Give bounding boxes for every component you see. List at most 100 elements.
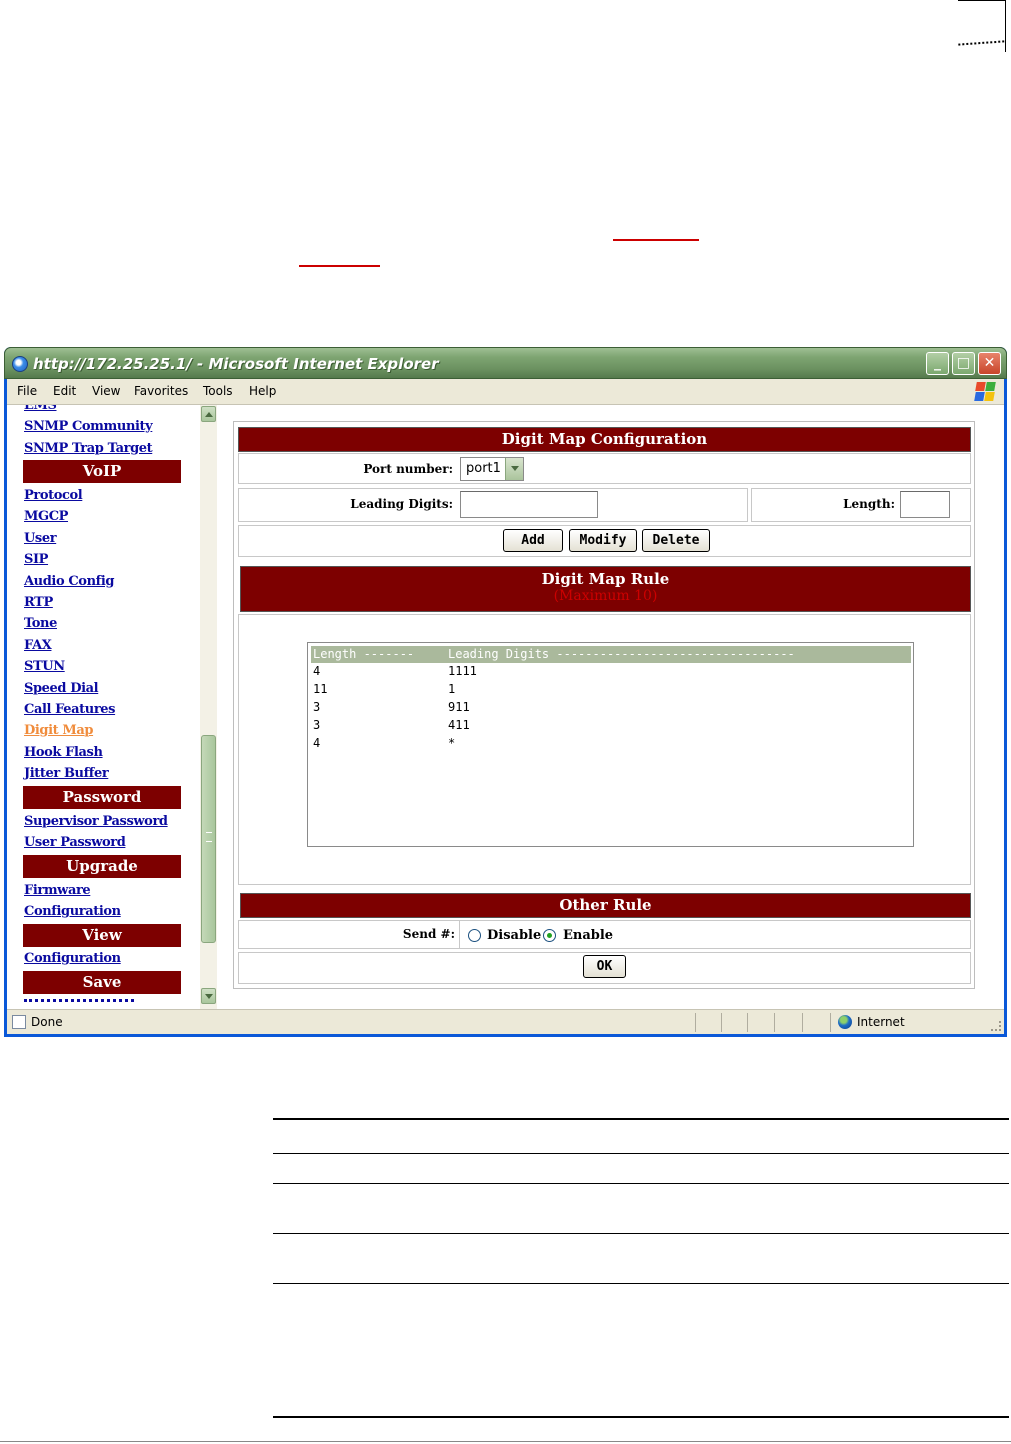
config-header: Digit Map Configuration — [238, 427, 971, 452]
doc-link-underline — [613, 239, 699, 241]
sidebar-item-jitter-buffer[interactable]: Jitter Buffer — [24, 766, 109, 781]
section-header-voip: VoIP — [23, 460, 181, 483]
length-input[interactable] — [900, 491, 950, 518]
sidebar-item-speed-dial[interactable]: Speed Dial — [24, 681, 99, 696]
sidebar-item-protocol[interactable]: Protocol — [24, 488, 83, 503]
send-label: Send #: — [402, 927, 455, 941]
menu-favorites[interactable]: Favorites — [134, 384, 188, 398]
list-item[interactable]: 4 1111 — [311, 664, 911, 682]
rule-subtitle: (Maximum 10) — [553, 588, 658, 604]
scroll-down-arrow-icon[interactable] — [201, 988, 216, 1004]
browser-window: http://172.25.25.1/ - Microsoft Internet… — [4, 347, 1007, 1037]
sidebar: EMS SNMP Community SNMP Trap Target VoIP… — [7, 405, 200, 1009]
sidebar-item-snmp-trap-target[interactable]: SNMP Trap Target — [24, 441, 153, 456]
main-content: Digit Map Configuration Port number: por… — [217, 405, 1004, 1009]
sidebar-item-supervisor-password[interactable]: Supervisor Password — [24, 814, 168, 829]
sidebar-item-cutoff[interactable] — [24, 999, 134, 1009]
table-rule — [273, 1283, 1009, 1284]
sidebar-scrollbar[interactable] — [200, 405, 217, 1009]
row-length: 4 — [313, 736, 321, 750]
leading-digits-input[interactable] — [460, 491, 598, 518]
row-length: 11 — [313, 682, 328, 696]
menu-bar: File Edit View Favorites Tools Help — [7, 379, 1004, 405]
row-length: 3 — [313, 700, 321, 714]
sidebar-item-configuration-upgrade[interactable]: Configuration — [24, 904, 121, 919]
other-rule-header: Other Rule — [240, 893, 971, 918]
length-label: Length: — [843, 497, 895, 511]
menu-view[interactable]: View — [92, 384, 120, 398]
sidebar-item-tone[interactable]: Tone — [24, 616, 57, 631]
chevron-down-icon — [505, 458, 523, 480]
menu-tools[interactable]: Tools — [203, 384, 233, 398]
sidebar-item-user-password[interactable]: User Password — [24, 835, 126, 850]
row-digits: * — [448, 736, 456, 750]
close-icon[interactable]: ✕ — [978, 352, 1001, 375]
row-length: 4 — [313, 664, 321, 678]
list-item[interactable]: 4 * — [311, 736, 911, 754]
modify-button[interactable]: Modify — [569, 529, 637, 552]
sidebar-item-digit-map[interactable]: Digit Map — [24, 723, 93, 738]
section-header-save: Save — [23, 971, 181, 994]
sidebar-item-ems[interactable]: EMS — [24, 405, 57, 413]
page-viewport: EMS SNMP Community SNMP Trap Target VoIP… — [7, 405, 1004, 1009]
row-digits: 1111 — [448, 664, 477, 678]
rule-header: Digit Map Rule (Maximum 10) — [240, 566, 971, 612]
zone-text: Internet — [857, 1015, 905, 1029]
table-rule — [273, 1183, 1009, 1184]
menu-file[interactable]: File — [17, 384, 37, 398]
menu-help[interactable]: Help — [249, 384, 276, 398]
table-rule — [273, 1233, 1009, 1234]
leading-digits-label: Leading Digits: — [350, 497, 453, 511]
disable-radio[interactable] — [468, 929, 481, 942]
listbox-header: Length ------- Leading Digits ----------… — [311, 646, 911, 663]
maximize-icon[interactable]: □ — [952, 352, 975, 375]
list-item[interactable]: 3 911 — [311, 700, 911, 718]
page-icon — [12, 1015, 26, 1029]
sidebar-item-sip[interactable]: SIP — [24, 552, 48, 567]
window-title: http://172.25.25.1/ - Microsoft Internet… — [33, 355, 439, 373]
row-digits: 911 — [448, 700, 470, 714]
sidebar-item-mgcp[interactable]: MGCP — [24, 509, 68, 524]
list-item[interactable]: 11 1 — [311, 682, 911, 700]
list-item[interactable]: 3 411 — [311, 718, 911, 736]
resize-grip-icon[interactable] — [991, 1021, 1001, 1031]
ie-icon — [12, 356, 28, 372]
internet-zone-icon — [838, 1015, 852, 1029]
doc-link-underline — [299, 265, 380, 267]
sidebar-item-hook-flash[interactable]: Hook Flash — [24, 745, 103, 760]
sidebar-item-fax[interactable]: FAX — [24, 638, 52, 653]
menu-edit[interactable]: Edit — [53, 384, 76, 398]
delete-button[interactable]: Delete — [642, 529, 710, 552]
sidebar-item-configuration-view[interactable]: Configuration — [24, 951, 121, 966]
page-bottom-rule — [0, 1441, 1011, 1442]
port-select[interactable]: port1 — [460, 457, 524, 481]
table-rule-bottom — [273, 1416, 1009, 1418]
page-corner-mark — [957, 0, 1008, 55]
table-rule — [273, 1153, 1009, 1154]
sidebar-item-firmware[interactable]: Firmware — [24, 883, 91, 898]
port-label: Port number: — [363, 462, 453, 476]
enable-radio[interactable] — [543, 929, 556, 942]
header-length: Length ------- — [313, 647, 415, 661]
minimize-icon[interactable]: _ — [926, 352, 949, 375]
row-digits: 411 — [448, 718, 470, 732]
status-text: Done — [31, 1015, 63, 1029]
scroll-thumb[interactable] — [201, 735, 216, 943]
section-header-view: View — [23, 924, 181, 947]
add-button[interactable]: Add — [503, 529, 563, 552]
disable-label: Disable — [487, 928, 542, 943]
table-rule-top — [273, 1118, 1009, 1120]
section-header-upgrade: Upgrade — [23, 855, 181, 878]
sidebar-item-snmp-community[interactable]: SNMP Community — [24, 419, 153, 434]
row-length: 3 — [313, 718, 321, 732]
ok-button[interactable]: OK — [583, 955, 626, 978]
sidebar-item-user[interactable]: User — [24, 531, 57, 546]
sidebar-item-audio-config[interactable]: Audio Config — [24, 574, 114, 589]
sidebar-item-stun[interactable]: STUN — [24, 659, 65, 674]
rule-listbox[interactable]: Length ------- Leading Digits ----------… — [307, 642, 914, 847]
sidebar-item-rtp[interactable]: RTP — [24, 595, 53, 610]
sidebar-item-call-features[interactable]: Call Features — [24, 702, 115, 717]
scroll-up-arrow-icon[interactable] — [201, 406, 216, 422]
rule-title: Digit Map Rule — [541, 570, 670, 588]
enable-label: Enable — [563, 928, 614, 943]
